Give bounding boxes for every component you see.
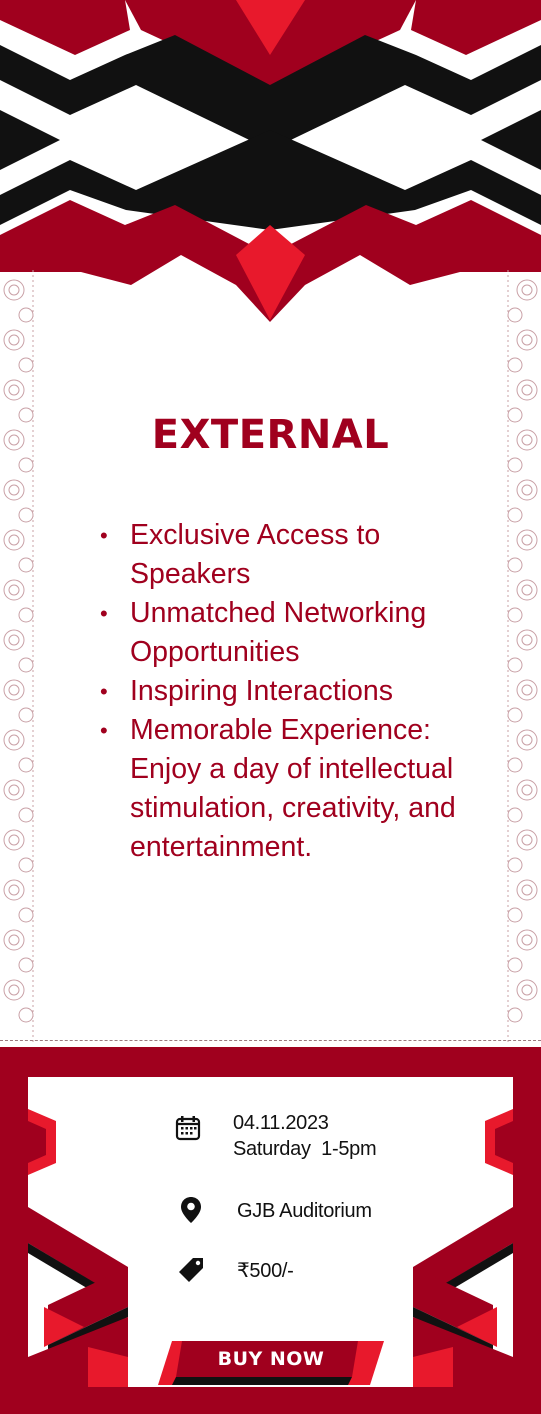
- ticket-info-panel: 04.11.2023 Saturday 1-5pm GJB Auditorium…: [28, 1077, 513, 1387]
- event-time: Saturday 1-5pm: [233, 1138, 377, 1160]
- ticket-category-title: EXTERNAL: [151, 412, 390, 458]
- calendar-icon: [173, 1113, 203, 1143]
- event-date: 04.11.2023: [233, 1112, 329, 1134]
- ticket-price: ₹500/-: [237, 1260, 294, 1282]
- right-ribbon-decoration: [413, 1109, 513, 1387]
- price-row: [176, 1255, 206, 1285]
- left-ornament-border: [3, 270, 34, 1045]
- event-venue: GJB Auditorium: [237, 1200, 372, 1222]
- venue-row: [176, 1195, 206, 1225]
- buy-now-button[interactable]: BUY NOW: [158, 1341, 384, 1385]
- list-item: Unmatched Networking Opportunities: [96, 594, 476, 672]
- list-item: Exclusive Access to Speakers: [96, 516, 476, 594]
- list-item: Memorable Experience: Enjoy a day of int…: [96, 711, 476, 867]
- list-item: Inspiring Interactions: [96, 672, 476, 711]
- header-pattern: [0, 0, 541, 322]
- right-ornament-border: [507, 270, 538, 1045]
- perforation-divider: [0, 1040, 541, 1041]
- ticket-stub: 04.11.2023 Saturday 1-5pm GJB Auditorium…: [0, 1047, 541, 1414]
- feature-list: Exclusive Access to Speakers Unmatched N…: [96, 516, 476, 867]
- buy-now-label: BUY NOW: [217, 1348, 325, 1370]
- location-pin-icon: [176, 1195, 206, 1225]
- left-ribbon-decoration: [28, 1109, 128, 1387]
- date-row: [173, 1113, 203, 1143]
- price-tag-icon: [176, 1255, 206, 1285]
